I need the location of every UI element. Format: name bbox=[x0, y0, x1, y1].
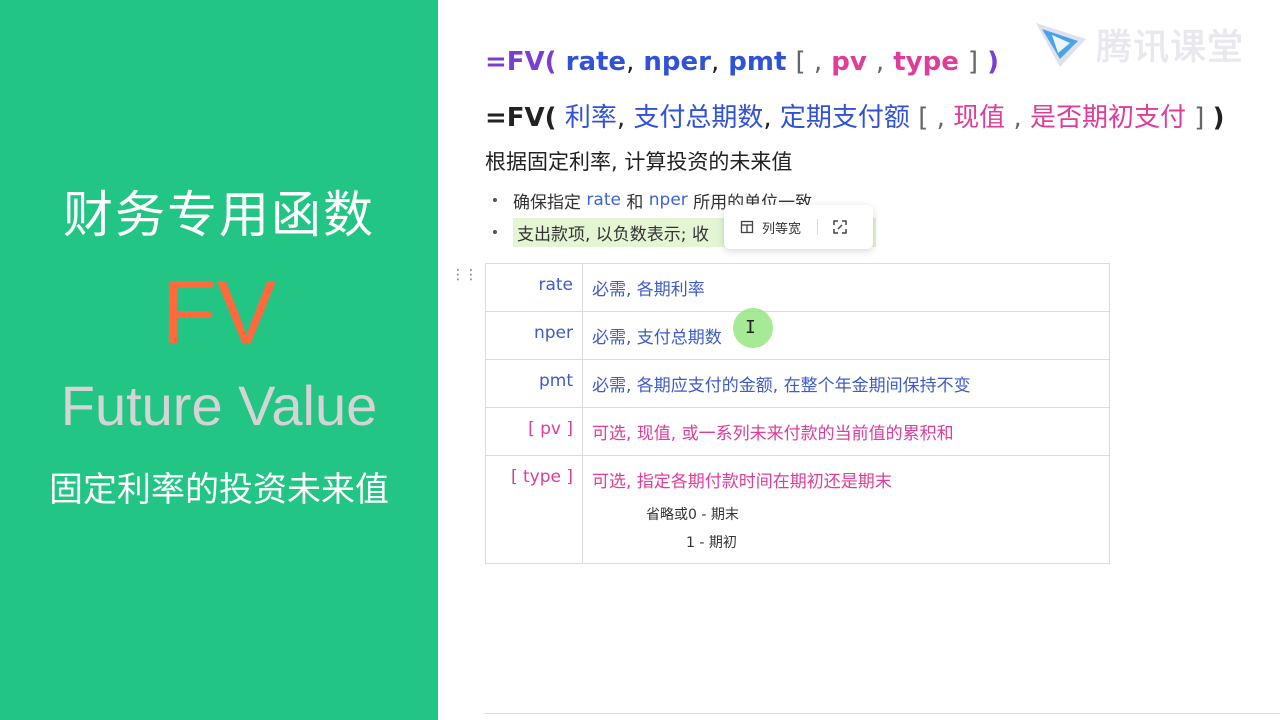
tencent-classroom-logo: 腾讯课堂 bbox=[1030, 16, 1245, 72]
column-width-icon bbox=[740, 220, 754, 234]
param-desc-text: 可选, 指定各期付款时间在期初还是期末 bbox=[592, 472, 892, 492]
formula-arg-rate: rate bbox=[565, 47, 627, 77]
formula-arg-pmt-cn: 定期支付额 bbox=[779, 103, 910, 133]
param-name-cell[interactable]: rate bbox=[485, 263, 583, 312]
expand-icon[interactable] bbox=[832, 219, 848, 235]
formula-close-bracket: ] bbox=[967, 47, 979, 77]
formula-arg-nper: nper bbox=[643, 47, 711, 77]
table-row: [ type ] 可选, 指定各期付款时间在期初还是期末 省略或0 - 期末 1… bbox=[485, 455, 1110, 564]
note-text: 确保指定 bbox=[513, 192, 581, 213]
formula-prefix: =FV( bbox=[485, 103, 557, 133]
note-keyword: rate bbox=[586, 190, 621, 210]
param-desc-cell[interactable]: 必需, 支付总期数 bbox=[582, 311, 1110, 360]
parameter-table: rate 必需, 各期利率 nper 必需, 支付总期数 pmt 必需, 各期应… bbox=[485, 263, 1110, 564]
table-row: pmt 必需, 各期应支付的金额, 在整个年金期间保持不变 bbox=[485, 359, 1110, 408]
play-triangle-icon bbox=[1036, 23, 1086, 67]
formula-separator: , bbox=[875, 47, 885, 77]
formula-arg-nper-cn: 支付总期数 bbox=[633, 103, 764, 133]
param-option-line: 1 - 期初 bbox=[686, 535, 737, 551]
formula-separator: , bbox=[710, 47, 720, 77]
divider bbox=[485, 713, 1280, 714]
formula-prefix: =FV( bbox=[485, 47, 557, 77]
param-name-cell[interactable]: pmt bbox=[485, 359, 583, 408]
panel-title: 财务专用函数 bbox=[63, 186, 375, 244]
note-keyword: nper bbox=[648, 190, 688, 210]
note-text: 和 bbox=[626, 192, 644, 213]
param-desc-cell[interactable]: 必需, 各期利率 bbox=[582, 263, 1110, 312]
note-text: 支出款项, 以负数表示; 收 bbox=[517, 224, 709, 245]
formula-arg-type: type bbox=[893, 47, 959, 77]
drag-handle-icon[interactable]: ⋮⋮ bbox=[451, 267, 478, 283]
param-option-line: 省略或0 - 期末 bbox=[646, 507, 739, 523]
param-name-cell[interactable]: [ pv ] bbox=[485, 407, 583, 456]
table-toolbar: 列等宽 bbox=[724, 205, 873, 249]
formula-syntax-en: =FV( rate, nper, pmt [ , pv , type ] ) bbox=[485, 47, 999, 77]
table-row: nper 必需, 支付总期数 bbox=[485, 311, 1110, 360]
panel-subtitle: 固定利率的投资未来值 bbox=[49, 470, 389, 510]
title-panel: 财务专用函数 FV Future Value 固定利率的投资未来值 bbox=[0, 0, 438, 720]
formula-suffix: ) bbox=[987, 47, 999, 77]
bullet-dot bbox=[493, 230, 497, 234]
formula-open-bracket: [ , bbox=[918, 103, 945, 133]
text-cursor-icon: I bbox=[745, 317, 756, 338]
table-row: rate 必需, 各期利率 bbox=[485, 263, 1110, 312]
formula-arg-type-cn: 是否期初支付 bbox=[1029, 103, 1186, 133]
formula-arg-pmt: pmt bbox=[728, 47, 787, 77]
formula-separator: , bbox=[1013, 103, 1022, 133]
param-name-cell[interactable]: [ type ] bbox=[485, 455, 583, 564]
function-english-name: Future Value bbox=[60, 374, 378, 437]
formula-suffix: ) bbox=[1212, 103, 1225, 133]
equal-width-button[interactable]: 列等宽 bbox=[724, 218, 801, 237]
formula-separator: , bbox=[616, 103, 626, 133]
formula-separator: , bbox=[763, 103, 772, 133]
function-description: 根据固定利率, 计算投资的未来值 bbox=[485, 150, 793, 174]
formula-arg-pv-cn: 现值 bbox=[953, 103, 1006, 133]
function-name: FV bbox=[161, 263, 277, 363]
param-desc-cell[interactable]: 可选, 现值, 或一系列未来付款的当前值的累积和 bbox=[582, 407, 1110, 456]
bullet-dot bbox=[493, 198, 497, 202]
table-row: [ pv ] 可选, 现值, 或一系列未来付款的当前值的累积和 bbox=[485, 407, 1110, 456]
formula-close-bracket: ] bbox=[1194, 103, 1205, 133]
param-name-cell[interactable]: nper bbox=[485, 311, 583, 360]
formula-separator: , bbox=[626, 47, 635, 77]
param-desc-cell[interactable]: 必需, 各期应支付的金额, 在整个年金期间保持不变 bbox=[582, 359, 1110, 408]
formula-open-bracket: [ , bbox=[795, 47, 823, 77]
formula-syntax-cn: =FV( 利率, 支付总期数, 定期支付额 [ , 现值 , 是否期初支付 ] … bbox=[485, 97, 1225, 134]
param-desc-cell[interactable]: 可选, 指定各期付款时间在期初还是期末 省略或0 - 期末 1 - 期初 bbox=[582, 455, 1110, 564]
logo-text: 腾讯课堂 bbox=[1096, 27, 1245, 68]
formula-arg-rate-cn: 利率 bbox=[564, 103, 617, 133]
equal-width-label: 列等宽 bbox=[762, 221, 802, 237]
formula-arg-pv: pv bbox=[831, 47, 867, 77]
toolbar-divider bbox=[817, 219, 819, 235]
